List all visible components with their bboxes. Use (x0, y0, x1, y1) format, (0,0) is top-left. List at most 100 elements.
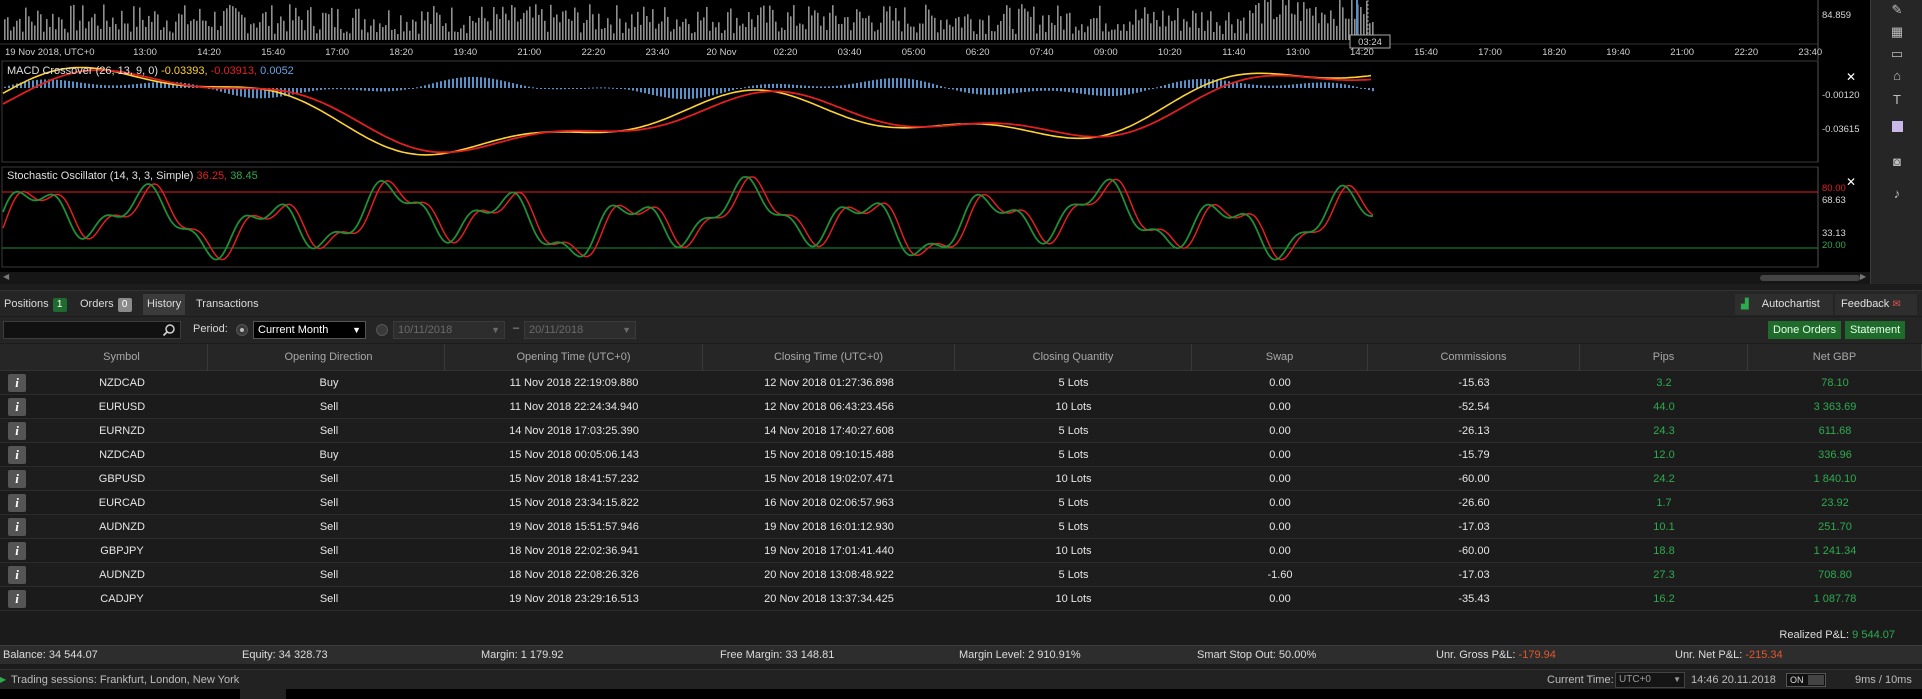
info-icon[interactable]: i (8, 542, 26, 560)
scroll-right-icon[interactable]: ▶ (1860, 272, 1866, 281)
volume-bar (58, 17, 60, 40)
table-cell: 10 Lots (1055, 473, 1092, 485)
volume-bar (460, 28, 462, 40)
tab-history[interactable]: History (143, 294, 186, 315)
period-select[interactable]: Current Month ▼ (253, 321, 366, 339)
timezone-select[interactable]: UTC+0 ▼ (1615, 672, 1685, 688)
macd-histogram-bar (664, 88, 666, 98)
volume-bar (871, 22, 873, 40)
stoch-close-icon[interactable]: ✕ (1846, 175, 1856, 189)
volume-bar (244, 17, 246, 40)
search-input[interactable] (4, 322, 154, 338)
macd-histogram-bar (1304, 83, 1306, 88)
table-row[interactable]: i AUDNZD Sell 18 Nov 2018 22:08:26.326 20 No… (0, 563, 1922, 587)
info-icon[interactable]: i (8, 494, 26, 512)
volume-bar (1033, 6, 1035, 40)
macd-histogram-bar (760, 84, 762, 88)
time-tick-label: 15:40 (1414, 47, 1438, 58)
connection-toggle[interactable]: ON (1786, 673, 1826, 687)
info-icon[interactable]: i (8, 422, 26, 440)
color-square-icon[interactable] (1887, 118, 1907, 138)
volume-bar (1327, 23, 1329, 40)
grid-icon[interactable]: ▦ (1887, 22, 1907, 42)
macd-histogram-bar (1236, 82, 1238, 88)
table-row[interactable]: i GBPUSD Sell 15 Nov 2018 18:41:57.232 15 No… (0, 467, 1922, 491)
table-cell: 15 Nov 2018 09:10:15.488 (764, 449, 894, 461)
column-header[interactable]: Pips (1580, 344, 1748, 371)
pencil-icon[interactable]: ✎ (1887, 0, 1907, 20)
column-header[interactable]: Swap (1192, 344, 1368, 371)
macd-histogram-bar (540, 88, 542, 89)
info-icon[interactable]: i (8, 590, 26, 608)
column-header[interactable]: Opening Direction (213, 344, 445, 371)
volume-bar (94, 13, 96, 40)
column-header[interactable]: Net GBP (1748, 344, 1922, 371)
camera-icon[interactable]: ◙ (1887, 152, 1907, 172)
table-row[interactable]: i EURNZD Sell 14 Nov 2018 17:03:25.390 14 No… (0, 419, 1922, 443)
macd-histogram-bar (632, 88, 634, 91)
search-icon[interactable] (162, 323, 176, 337)
table-cell: 611.68 (1818, 425, 1852, 437)
date-from-field[interactable]: 10/11/2018 ▼ (393, 321, 505, 339)
column-header[interactable]: Commissions (1368, 344, 1580, 371)
macd-histogram-bar (88, 83, 90, 88)
column-header[interactable]: Opening Time (UTC+0) (445, 344, 703, 371)
volume-bar (955, 18, 957, 40)
tab-transactions[interactable]: Transactions (192, 294, 263, 315)
rectangle-icon[interactable]: ▭ (1887, 44, 1907, 64)
date-to-field[interactable]: 20/11/2018 ▼ (524, 321, 636, 339)
volume-bar (1267, 2, 1269, 40)
scroll-thumb[interactable] (1760, 275, 1860, 281)
feedback-button[interactable]: Feedback ✉ (1835, 294, 1917, 315)
table-cell: -60.00 (1458, 473, 1490, 485)
stoch-label: Stochastic Oscillator (14, 3, 3, Simple)… (7, 170, 258, 182)
chart-canvas[interactable]: 84.859 19 Nov 2018, UTC+0 13:00 14:20 15:40 1… (0, 0, 1870, 272)
table-row[interactable]: i EURCAD Sell 15 Nov 2018 23:34:15.822 16 No… (0, 491, 1922, 515)
table-row[interactable]: i CADJPY Sell 19 Nov 2018 23:29:16.513 20 No… (0, 587, 1922, 611)
macd-histogram-bar (348, 88, 350, 90)
volume-bar (1240, 20, 1242, 40)
volume-bar (706, 6, 708, 41)
volume-bar (1210, 11, 1212, 40)
bell-icon[interactable]: ♪ (1887, 184, 1907, 204)
macd-histogram-bar (56, 79, 58, 88)
table-row[interactable]: i EURUSD Sell 11 Nov 2018 22:24:34.940 12 No… (0, 395, 1922, 419)
info-icon[interactable]: i (8, 374, 26, 392)
info-icon[interactable]: i (8, 446, 26, 464)
chart-area[interactable]: 84.859 19 Nov 2018, UTC+0 13:00 14:20 15:40 1… (0, 0, 1870, 272)
macd-close-icon[interactable]: ✕ (1846, 70, 1856, 84)
statement-button[interactable]: Statement (1845, 321, 1906, 339)
macd-histogram-bar (600, 87, 602, 89)
search-field[interactable] (3, 321, 181, 339)
table-row[interactable]: i GBPJPY Sell 18 Nov 2018 22:02:36.941 19 No… (0, 539, 1922, 563)
home-icon[interactable]: ⌂ (1887, 66, 1907, 86)
volume-bar (766, 22, 768, 40)
column-header[interactable]: Closing Time (UTC+0) (703, 344, 955, 371)
tab-positions[interactable]: Positions 1 (0, 294, 71, 315)
done-orders-button[interactable]: Done Orders (1768, 321, 1841, 339)
scroll-left-icon[interactable]: ◀ (3, 272, 9, 281)
text-icon[interactable]: T (1887, 90, 1907, 110)
volume-bar (661, 21, 663, 40)
chart-horizontal-scrollbar[interactable]: ◀ ▶ (0, 272, 1870, 284)
tab-orders[interactable]: Orders 0 (76, 294, 136, 315)
info-icon[interactable]: i (8, 566, 26, 584)
autochartist-button[interactable]: ▟ Autochartist (1735, 294, 1833, 315)
table-row[interactable]: i NZDCAD Buy 15 Nov 2018 00:05:06.143 15 Nov… (0, 443, 1922, 467)
volume-bar (391, 29, 393, 40)
volume-bar (1228, 12, 1230, 40)
table-row[interactable]: i NZDCAD Buy 11 Nov 2018 22:19:09.880 12 Nov… (0, 371, 1922, 395)
column-header[interactable]: Symbol (36, 344, 208, 371)
account-summary-bar: Balance: 34 544.07 Equity: 34 328.73 Mar… (0, 645, 1922, 664)
period-custom-radio[interactable] (376, 324, 388, 336)
period-preset-radio[interactable] (236, 324, 248, 336)
table-row[interactable]: i AUDNZD Sell 19 Nov 2018 15:51:57.946 19 No… (0, 515, 1922, 539)
volume-bar (943, 29, 945, 40)
info-icon[interactable]: i (8, 518, 26, 536)
volume-bar (1198, 27, 1200, 40)
info-icon[interactable]: i (8, 398, 26, 416)
info-icon[interactable]: i (8, 470, 26, 488)
volume-bar (817, 12, 819, 40)
column-header[interactable]: Closing Quantity (955, 344, 1192, 371)
macd-histogram-bar (1332, 82, 1334, 88)
